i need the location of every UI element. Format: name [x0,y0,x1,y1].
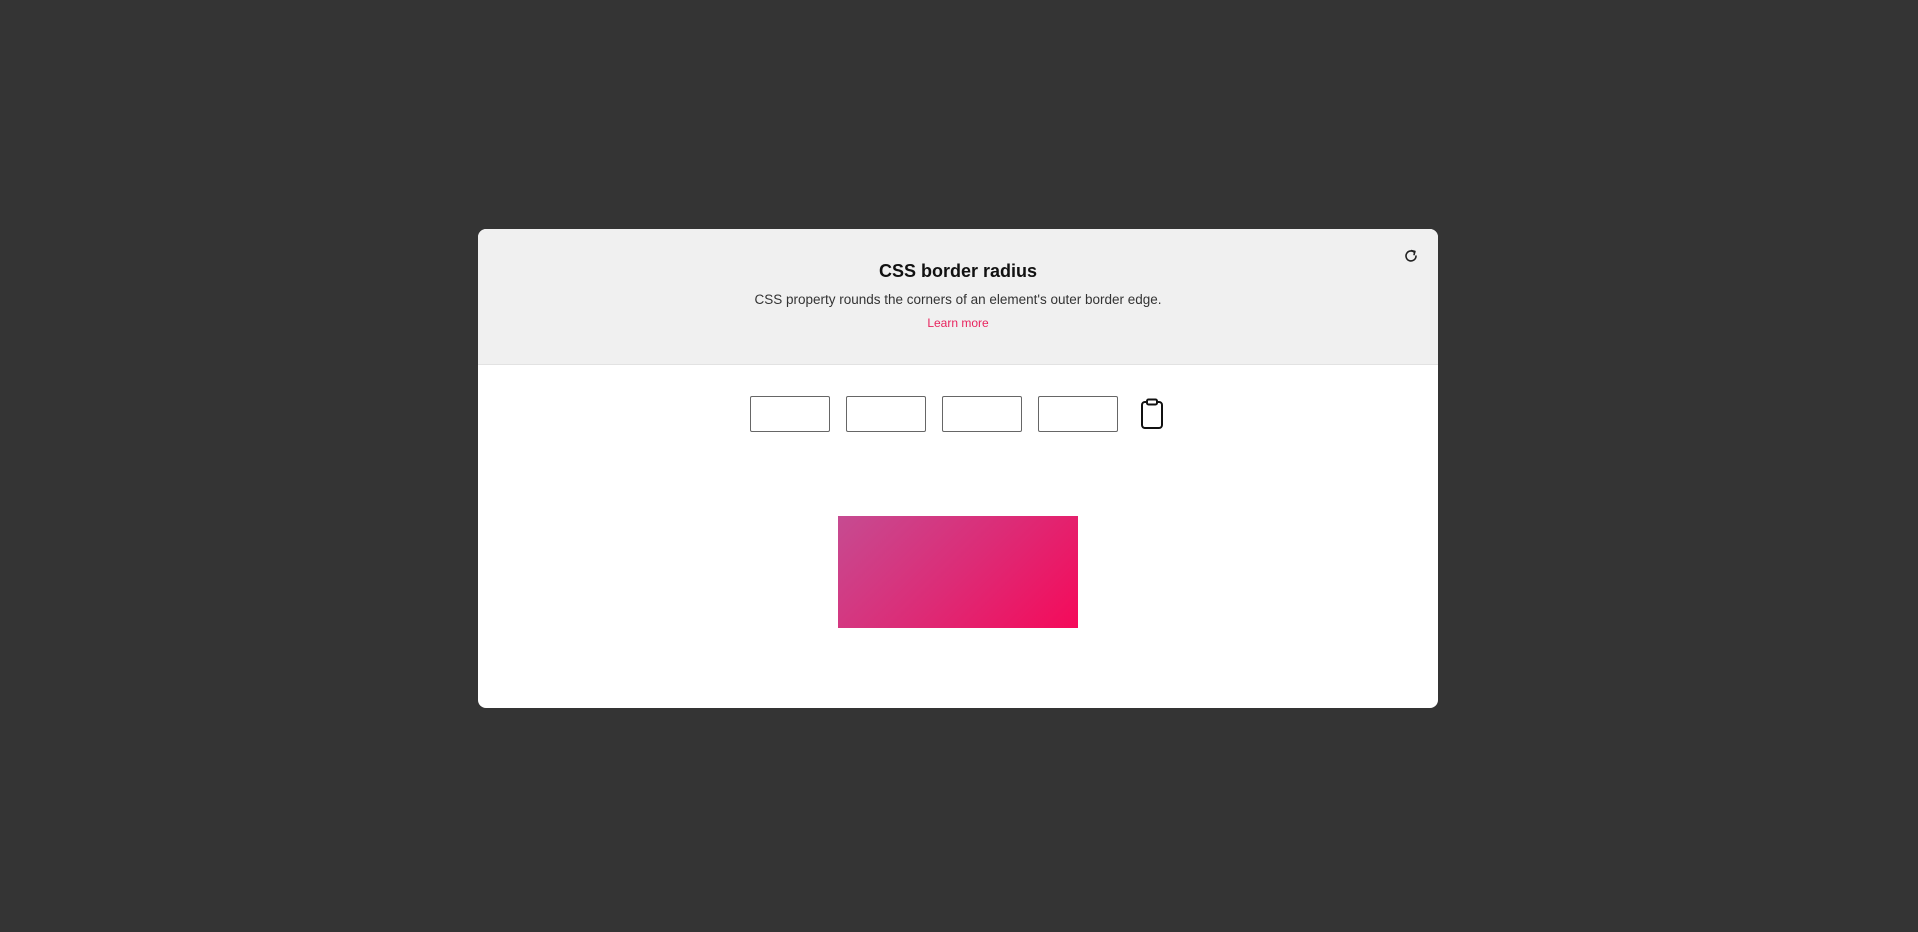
border-radius-card: CSS border radius CSS property rounds th… [478,229,1438,708]
card-header: CSS border radius CSS property rounds th… [478,229,1438,365]
description-text: CSS property rounds the corners of an el… [754,292,1162,307]
bottom-right-radius-input[interactable] [942,396,1022,432]
preview-box [838,516,1078,628]
radius-controls [750,396,1166,432]
copy-button[interactable] [1138,396,1166,432]
top-right-radius-input[interactable] [846,396,926,432]
bottom-left-radius-input[interactable] [1038,396,1118,432]
learn-more-link[interactable]: Learn more [918,316,998,330]
clipboard-icon [1141,398,1163,429]
page-title: CSS border radius [878,261,1038,281]
top-left-radius-input[interactable] [750,396,830,432]
reset-button[interactable] [1400,245,1422,267]
refresh-icon [1405,249,1417,262]
